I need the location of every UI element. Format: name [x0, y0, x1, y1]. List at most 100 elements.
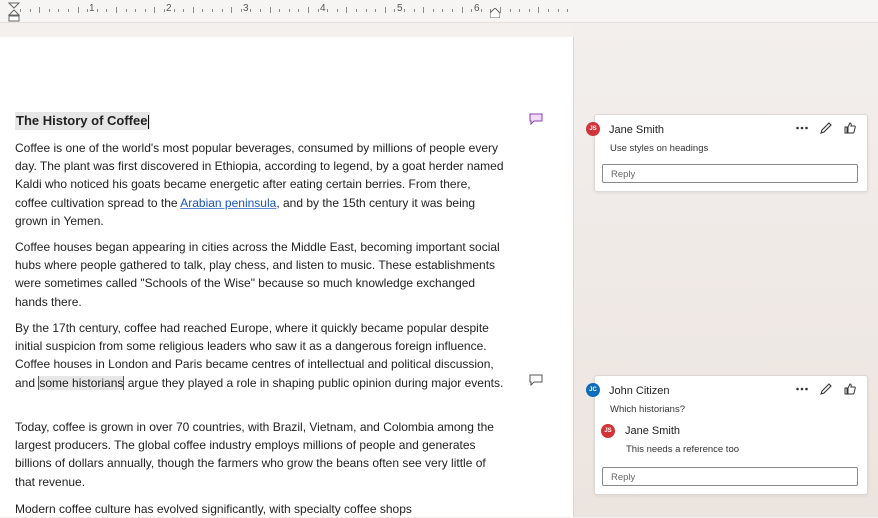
ruler-tick: [250, 9, 251, 12]
ruler-tick: [519, 9, 520, 12]
ruler-tick: [126, 9, 127, 12]
paragraph-2[interactable]: Coffee houses began appearing in cities …: [15, 238, 505, 311]
ruler-number: 5: [397, 3, 403, 14]
paragraph-1[interactable]: Coffee is one of the world's most popula…: [15, 139, 505, 230]
ruler-tick: [202, 9, 203, 12]
comment-card[interactable]: JS Jane Smith Use styles on headings Rep…: [586, 114, 868, 192]
ruler-tick: [318, 9, 319, 12]
ruler-number: 2: [166, 3, 172, 14]
ruler-tick: [337, 9, 338, 12]
right-indent-marker-icon[interactable]: [490, 8, 500, 18]
comment-marker-icon[interactable]: [529, 374, 543, 386]
comment-author: Jane Smith: [609, 124, 665, 136]
paragraph-3[interactable]: By the 17th century, coffee had reached …: [15, 319, 505, 392]
ruler-tick: [433, 9, 434, 12]
ruler-tick: [39, 7, 40, 13]
ruler-tick: [231, 7, 232, 13]
edit-pencil-icon[interactable]: [819, 382, 833, 396]
paragraph-text: argue they played a role in shaping publ…: [124, 375, 504, 390]
ruler-tick: [260, 9, 261, 12]
more-options-icon[interactable]: [795, 382, 809, 396]
comment-author: John Citizen: [609, 385, 670, 397]
ruler-tick: [327, 9, 328, 12]
ruler-tick: [385, 7, 386, 13]
ruler-tick: [212, 9, 213, 12]
document-title[interactable]: The History of Coffee: [15, 112, 151, 130]
ruler-tick: [68, 9, 69, 12]
ruler-tick: [241, 9, 242, 12]
ruler-tick: [423, 7, 424, 13]
ruler-number: 3: [243, 3, 249, 14]
like-thumb-icon[interactable]: [843, 382, 857, 396]
edit-pencil-icon[interactable]: [819, 121, 833, 135]
ruler-tick: [471, 9, 472, 12]
ruler-tick: [462, 7, 463, 13]
ruler-tick: [500, 7, 501, 13]
ruler-tick: [308, 7, 309, 13]
ruler-tick: [452, 9, 453, 12]
ruler-tick: [49, 9, 50, 12]
more-options-icon[interactable]: [795, 121, 809, 135]
left-indent-marker-icon[interactable]: [8, 2, 20, 22]
ruler-tick: [106, 9, 107, 12]
ruler-number: 4: [320, 3, 326, 14]
commented-text-highlight[interactable]: some historians: [38, 375, 125, 390]
ruler-tick: [270, 7, 271, 13]
ruler-tick: [183, 9, 184, 12]
ruler-tick: [414, 9, 415, 12]
avatar: JC: [586, 383, 600, 397]
ruler-tick: [529, 9, 530, 12]
ruler-tick: [174, 9, 175, 12]
ruler-tick: [481, 9, 482, 12]
ruler-tick: [375, 9, 376, 12]
ruler-tick: [145, 9, 146, 12]
paragraph-text: Coffee houses began appearing in cities …: [15, 240, 500, 309]
comment-text: Which historians?: [610, 404, 685, 415]
ruler-tick: [279, 9, 280, 12]
text-cursor: [148, 114, 150, 129]
ruler-tick: [135, 9, 136, 12]
ruler-tick: [442, 9, 443, 12]
ruler-tick: [346, 7, 347, 13]
avatar: JS: [586, 122, 600, 136]
comment-card[interactable]: JC John Citizen Which historians? JS Jan…: [586, 375, 868, 495]
title-text: The History of Coffee: [16, 113, 148, 128]
link-arabian-peninsula[interactable]: Arabian peninsula: [180, 196, 276, 210]
comment-text: Use styles on headings: [610, 143, 709, 154]
ruler-tick: [58, 9, 59, 12]
reply-text: This needs a reference too: [626, 444, 740, 455]
ruler-tick: [538, 7, 539, 13]
paragraph-4[interactable]: Today, coffee is grown in over 70 countr…: [15, 418, 505, 491]
paragraph-text: Today, coffee is grown in over 70 countr…: [15, 420, 494, 489]
ruler-tick: [558, 9, 559, 12]
ruler-tick: [154, 7, 155, 13]
ruler-tick: [78, 7, 79, 13]
paragraph-5[interactable]: Modern coffee culture has evolved signif…: [15, 500, 505, 518]
ruler-number: 1: [89, 3, 95, 14]
ruler-tick: [20, 9, 21, 12]
horizontal-ruler[interactable]: 1 2 3 4 5 6: [0, 0, 878, 23]
comment-actions: [795, 121, 857, 135]
ruler-tick: [193, 7, 194, 13]
reply-author: Jane Smith: [625, 425, 681, 437]
ruler-tick: [548, 9, 549, 12]
comment-marker-icon[interactable]: [529, 113, 543, 125]
reply-input[interactable]: Reply: [602, 467, 858, 486]
like-thumb-icon[interactable]: [843, 121, 857, 135]
ruler-tick: [97, 9, 98, 12]
reply-input[interactable]: Reply: [602, 164, 858, 183]
ruler-tick: [30, 9, 31, 12]
ruler-tick: [356, 9, 357, 12]
ruler-tick: [116, 7, 117, 13]
ruler-tick: [366, 9, 367, 12]
ruler-tick: [404, 9, 405, 12]
reply-avatar: JS: [601, 424, 615, 438]
ruler-number: 6: [474, 3, 480, 14]
ruler-tick: [567, 9, 568, 12]
ruler-tick: [289, 9, 290, 12]
paragraph-text: Modern coffee culture has evolved signif…: [15, 502, 412, 516]
comment-actions: [795, 382, 857, 396]
ruler-tick: [87, 9, 88, 12]
ruler-tick: [298, 9, 299, 12]
ruler-tick: [222, 9, 223, 12]
